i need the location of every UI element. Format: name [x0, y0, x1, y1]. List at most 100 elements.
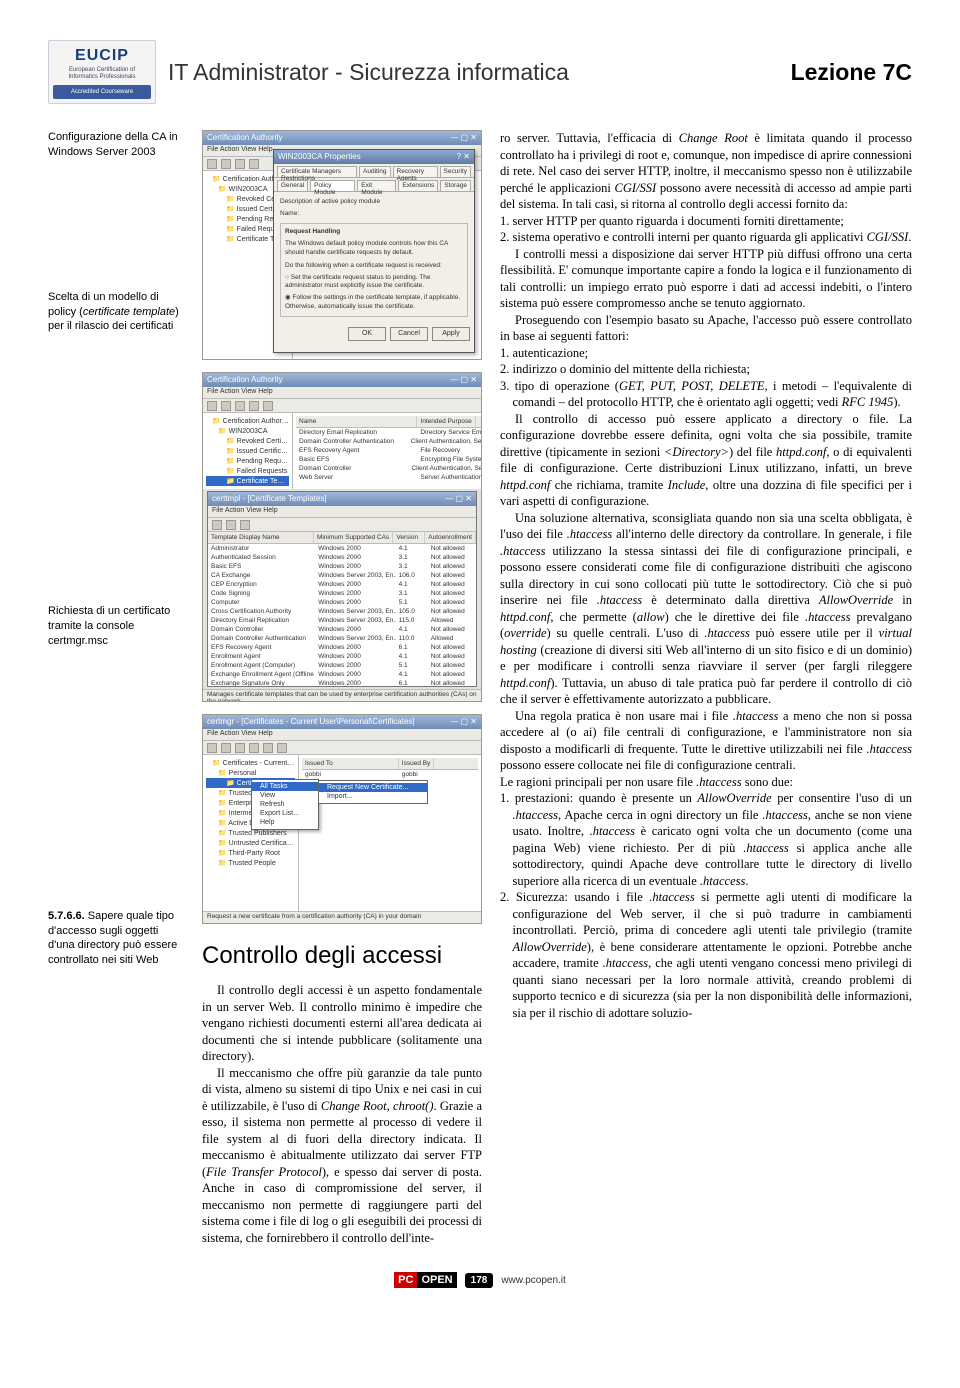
label: Description of active policy module — [280, 198, 468, 207]
col-issued-to[interactable]: Issued To — [302, 758, 399, 769]
tab[interactable]: Extensions — [398, 180, 438, 191]
menu-item-import[interactable]: Import... — [319, 792, 427, 801]
tab[interactable]: Recovery Agents — [393, 166, 438, 177]
list-row[interactable]: CA ExchangeWindows Server 2003, En...106… — [208, 571, 476, 580]
tree-node[interactable]: Certificates - Current User — [206, 758, 295, 768]
toolbar-icon[interactable] — [207, 743, 217, 753]
list-row[interactable]: EFS Recovery AgentFile Recovery — [296, 446, 482, 455]
toolbar-icon[interactable] — [249, 401, 259, 411]
tab[interactable]: General — [277, 180, 308, 191]
toolbar-icon[interactable] — [263, 743, 273, 753]
list-row[interactable]: Code SigningWindows 20003.1Not allowed — [208, 589, 476, 598]
toolbar-icon[interactable] — [240, 520, 250, 530]
window-titlebar: Certification Authority— ▢ ✕ — [203, 373, 481, 387]
toolbar-icon[interactable] — [235, 743, 245, 753]
menu-item[interactable]: Export List... — [252, 809, 318, 818]
menu-item-request-cert[interactable]: Request New Certificate... — [319, 783, 427, 792]
tree-node[interactable]: Revoked Certificates — [206, 436, 289, 446]
toolbar-icon[interactable] — [221, 401, 231, 411]
tree-node[interactable]: Personal — [206, 768, 295, 778]
context-menu[interactable]: All Tasks View Refresh Export List... He… — [251, 779, 319, 830]
col-min-ca[interactable]: Minimum Supported CAs — [314, 532, 393, 543]
list-row[interactable]: ComputerWindows 20005.1Not allowed — [208, 598, 476, 607]
tree-node[interactable]: Issued Certificates — [206, 446, 289, 456]
toolbar-icon[interactable] — [249, 743, 259, 753]
left-column: Configurazione della CA in Windows Serve… — [48, 130, 184, 1246]
toolbar-icon[interactable] — [263, 401, 273, 411]
ok-button[interactable]: OK — [348, 327, 386, 341]
list-row[interactable]: Directory Email ReplicationWindows Serve… — [208, 616, 476, 625]
tree-node[interactable]: Certification Authority (Local) — [206, 416, 289, 426]
tab[interactable]: Storage — [440, 180, 471, 191]
tab[interactable]: Exit Module — [357, 180, 396, 191]
radio-pending[interactable]: Set the certificate request status to pe… — [285, 274, 463, 292]
col-template-name[interactable]: Template Display Name — [208, 532, 314, 543]
col-autoenroll[interactable]: Autoenrollment — [425, 532, 476, 543]
apply-button[interactable]: Apply — [432, 327, 470, 341]
toolbar-icon[interactable] — [207, 159, 217, 169]
toolbar-icon[interactable] — [212, 520, 222, 530]
toolbar-icon[interactable] — [221, 743, 231, 753]
list-row[interactable]: Enrollment Agent (Computer)Windows 20005… — [208, 661, 476, 670]
window-controls-icon[interactable]: — ▢ ✕ — [445, 494, 472, 504]
window-controls-icon[interactable]: — ▢ ✕ — [450, 375, 477, 385]
window-title: certmgr - [Certificates - Current User\P… — [207, 717, 415, 727]
tree-node-selected[interactable]: Certificate Templates — [206, 476, 289, 486]
list-row[interactable]: Web ServerServer Authentication — [296, 473, 482, 482]
list-row[interactable]: Basic EFSEncrypting File System — [296, 455, 482, 464]
submenu[interactable]: Request New Certificate... Import... — [318, 780, 428, 804]
menubar[interactable]: File Action View Help — [203, 387, 481, 399]
list-row[interactable]: Exchange Enrollment Agent (Offline reque… — [208, 670, 476, 679]
menu-item[interactable]: View — [252, 791, 318, 800]
tree-node[interactable]: Pending Requests — [206, 456, 289, 466]
list-row[interactable]: Cross Certification AuthorityWindows Ser… — [208, 607, 476, 616]
col-name[interactable]: Name — [296, 416, 417, 427]
tree-node[interactable]: Third-Party Root — [206, 848, 295, 858]
list-row[interactable]: CEP EncryptionWindows 20004.1Not allowed — [208, 580, 476, 589]
list-row[interactable]: Domain ControllerClient Authentication, … — [296, 464, 482, 473]
close-icon[interactable]: ? ✕ — [457, 152, 470, 162]
menubar[interactable]: File Action View Help — [203, 729, 481, 741]
list-row[interactable]: Exchange Signature OnlyWindows 20006.1No… — [208, 679, 476, 686]
window-controls-icon[interactable]: — ▢ ✕ — [450, 717, 477, 727]
cancel-button[interactable]: Cancel — [390, 327, 428, 341]
list-row[interactable]: Basic EFSWindows 20003.1Not allowed — [208, 562, 476, 571]
col-issued-by[interactable]: Issued By — [399, 758, 435, 769]
list-row[interactable]: Authenticated SessionWindows 20003.1Not … — [208, 553, 476, 562]
description-text: The Windows default policy module contro… — [285, 240, 463, 258]
col-version[interactable]: Version — [393, 532, 425, 543]
menu-item[interactable]: Help — [252, 818, 318, 827]
list-row[interactable]: Domain Controller AuthenticationClient A… — [296, 437, 482, 446]
tab[interactable]: Security — [440, 166, 471, 177]
window-controls-icon[interactable]: — ▢ ✕ — [450, 133, 477, 143]
tab-active[interactable]: Policy Module — [310, 180, 355, 191]
toolbar-icon[interactable] — [277, 743, 287, 753]
caption-2-italic: certificate template — [83, 306, 175, 318]
list-row[interactable]: Domain ControllerWindows 20004.1Not allo… — [208, 625, 476, 634]
toolbar-icon[interactable] — [221, 159, 231, 169]
tab[interactable]: Auditing — [359, 166, 391, 177]
menubar[interactable]: File Action View Help — [208, 506, 476, 518]
tab[interactable]: Certificate Managers Restrictions — [277, 166, 357, 177]
col-purpose[interactable]: Intended Purpose — [417, 416, 475, 427]
tree-node[interactable]: WIN2003CA — [206, 426, 289, 436]
list-row[interactable]: gobbigobbi — [302, 770, 478, 779]
tree-node[interactable]: Trusted People — [206, 858, 295, 868]
list-row[interactable]: EFS Recovery AgentWindows 20006.1Not all… — [208, 643, 476, 652]
list-row[interactable]: AdministratorWindows 20004.1Not allowed — [208, 544, 476, 553]
toolbar-icon[interactable] — [207, 401, 217, 411]
tree-node[interactable]: Failed Requests — [206, 466, 289, 476]
toolbar-icon[interactable] — [226, 520, 236, 530]
tree-view[interactable]: Certification Authority (Local) WIN2003C… — [203, 413, 293, 489]
toolbar-icon[interactable] — [249, 159, 259, 169]
menu-item[interactable]: Refresh — [252, 800, 318, 809]
toolbar-icon[interactable] — [235, 159, 245, 169]
radio-follow-template[interactable]: Follow the settings in the certificate t… — [285, 294, 463, 312]
list-row[interactable]: Domain Controller AuthenticationWindows … — [208, 634, 476, 643]
toolbar-icon[interactable] — [235, 401, 245, 411]
tree-node[interactable]: Untrusted Certificates — [206, 838, 295, 848]
list-row[interactable]: Enrollment AgentWindows 20004.1Not allow… — [208, 652, 476, 661]
menu-item-all-tasks[interactable]: All Tasks — [252, 782, 318, 791]
cell: gobbi — [302, 771, 399, 778]
list-row[interactable]: Directory Email ReplicationDirectory Ser… — [296, 428, 482, 437]
